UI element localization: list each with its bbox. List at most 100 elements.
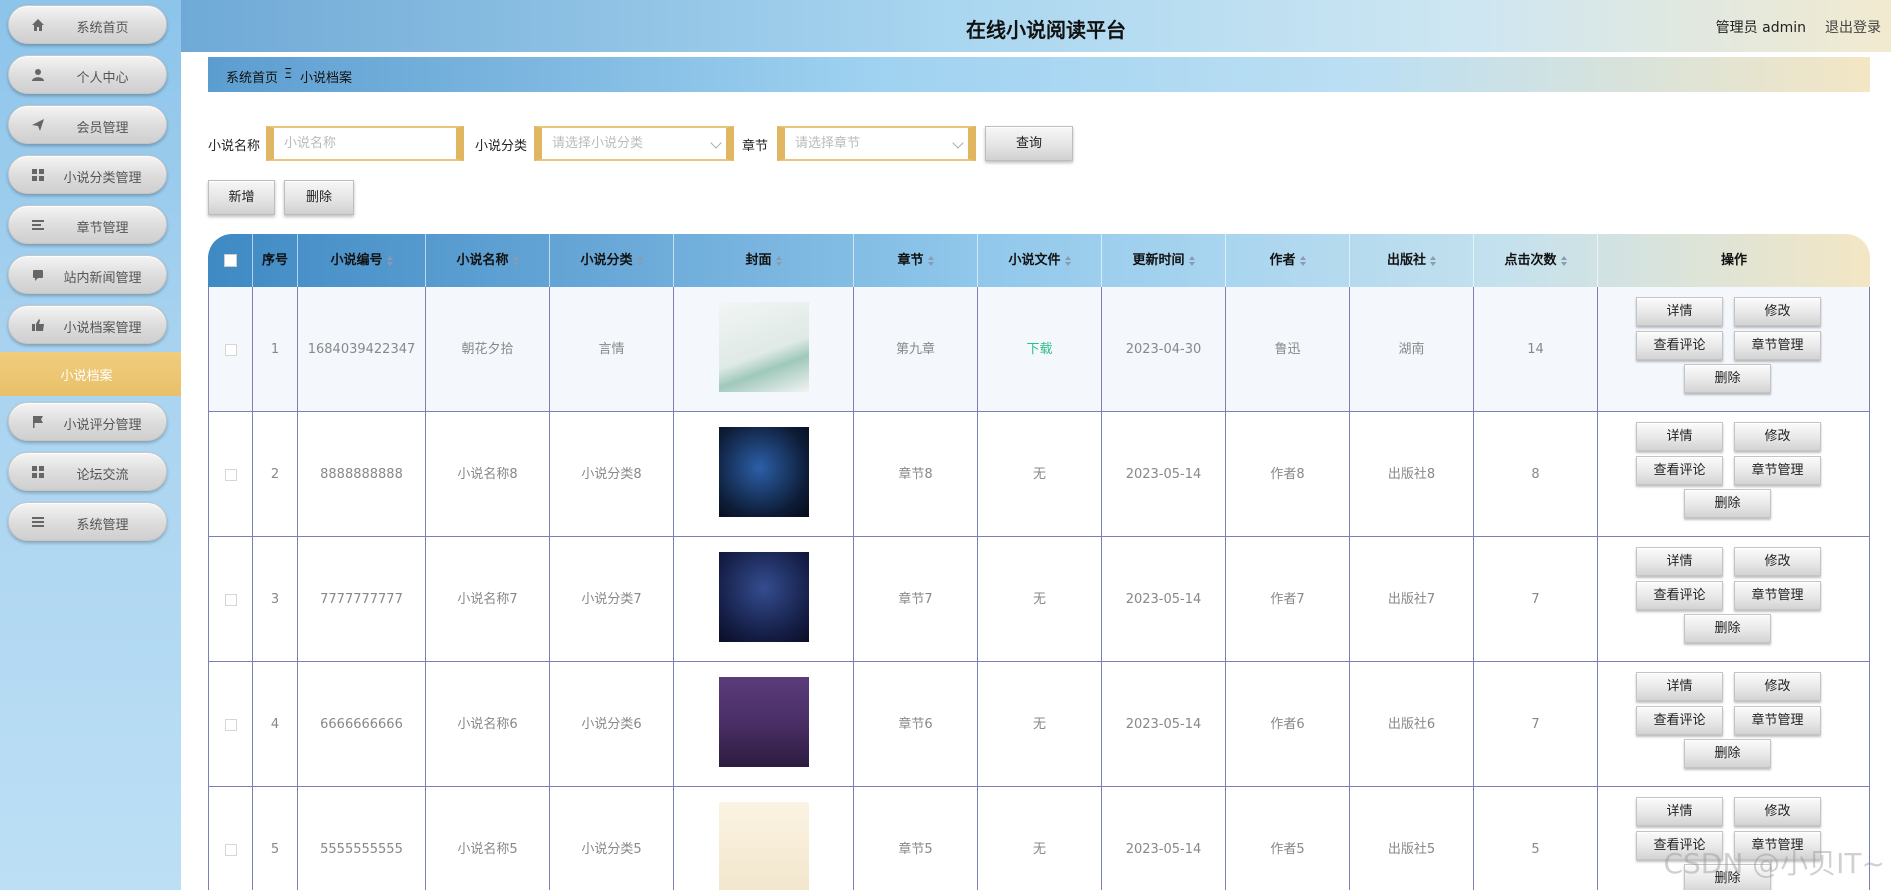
- sort-icon[interactable]: [1430, 255, 1436, 266]
- detail-button[interactable]: 详情: [1636, 797, 1723, 826]
- table-header: 序号 小说编号 小说名称 小说分类 封面 章节 小说文件 更新时间 作者 出版社…: [208, 234, 1870, 287]
- sidebar-item-news[interactable]: 站内新闻管理: [8, 255, 167, 294]
- cell-clicks: 7: [1474, 662, 1598, 787]
- row-checkbox[interactable]: [224, 468, 237, 481]
- view-comments-button[interactable]: 查看评论: [1636, 456, 1723, 485]
- cell-name: 小说名称7: [426, 537, 550, 662]
- cover-image[interactable]: [719, 802, 809, 890]
- grid-icon: [32, 169, 44, 181]
- cell-code: 5555555555: [298, 787, 426, 890]
- sidebar-item-forum[interactable]: 论坛交流: [8, 452, 167, 491]
- sidebar-item-system[interactable]: 系统管理: [8, 502, 167, 541]
- cover-image[interactable]: [719, 677, 809, 767]
- edit-button[interactable]: 修改: [1734, 422, 1821, 451]
- edit-button[interactable]: 修改: [1734, 547, 1821, 576]
- cover-image[interactable]: [719, 302, 809, 392]
- select-all-checkbox[interactable]: [223, 254, 237, 267]
- sort-icon[interactable]: [512, 255, 519, 266]
- sidebar-item-profile[interactable]: 个人中心: [8, 55, 167, 94]
- header-clicks[interactable]: 点击次数: [1474, 234, 1598, 287]
- ops-cell: 详情 修改 查看评论 章节管理删除: [1598, 537, 1870, 662]
- detail-button[interactable]: 详情: [1636, 547, 1723, 576]
- row-checkbox[interactable]: [224, 843, 237, 856]
- detail-button[interactable]: 详情: [1636, 422, 1723, 451]
- category-select[interactable]: 请选择小说分类: [534, 126, 734, 161]
- header-updated[interactable]: 更新时间: [1102, 234, 1226, 287]
- view-comments-button[interactable]: 查看评论: [1636, 706, 1723, 735]
- delete-button[interactable]: 删除: [284, 180, 354, 215]
- sort-icon[interactable]: [386, 255, 393, 266]
- download-link[interactable]: 下载: [978, 287, 1102, 412]
- sort-icon[interactable]: [1299, 255, 1306, 266]
- row-delete-button[interactable]: 删除: [1684, 614, 1771, 643]
- cell-file: 无: [978, 412, 1102, 537]
- header-code[interactable]: 小说编号: [298, 234, 426, 287]
- header-file[interactable]: 小说文件: [978, 234, 1102, 287]
- row-checkbox[interactable]: [224, 718, 237, 731]
- header-author-label: 作者: [1269, 253, 1296, 268]
- edit-button[interactable]: 修改: [1734, 297, 1821, 326]
- sort-icon[interactable]: [636, 255, 643, 266]
- cell-name: 朝花夕拾: [426, 287, 550, 412]
- cell-publisher: 出版社5: [1350, 787, 1474, 890]
- sidebar-item-home[interactable]: 系统首页: [8, 5, 167, 44]
- row-select-cell: [208, 787, 253, 890]
- sidebar-item-members[interactable]: 会员管理: [8, 105, 167, 144]
- sort-icon[interactable]: [1064, 255, 1071, 266]
- name-input[interactable]: 小说名称: [266, 126, 464, 161]
- cell-file: 无: [978, 537, 1102, 662]
- row-select-cell: [208, 662, 253, 787]
- cell-code: 8888888888: [298, 412, 426, 537]
- row-delete-button[interactable]: 删除: [1684, 364, 1771, 393]
- chapter-manage-button[interactable]: 章节管理: [1734, 331, 1821, 360]
- header-divider: [181, 52, 1891, 56]
- sidebar-item-ratings[interactable]: 小说评分管理: [8, 402, 167, 441]
- detail-button[interactable]: 详情: [1636, 672, 1723, 701]
- table-row: 5 5555555555 小说名称5 小说分类5 章节5 无 2023-05-14 作者5 出版…: [208, 787, 1870, 890]
- detail-button[interactable]: 详情: [1636, 297, 1723, 326]
- header-name[interactable]: 小说名称: [426, 234, 550, 287]
- breadcrumb-home[interactable]: 系统首页: [226, 67, 278, 86]
- row-delete-button[interactable]: 删除: [1684, 739, 1771, 768]
- chapter-manage-button[interactable]: 章节管理: [1734, 706, 1821, 735]
- sort-icon[interactable]: [1560, 255, 1567, 266]
- header-cover[interactable]: 封面: [674, 234, 854, 287]
- edit-button[interactable]: 修改: [1734, 672, 1821, 701]
- flag-icon: [33, 416, 43, 428]
- add-button[interactable]: 新增: [208, 180, 275, 215]
- row-delete-button[interactable]: 删除: [1684, 489, 1771, 518]
- sidebar-subitem-novel-archive[interactable]: 小说档案: [0, 352, 181, 396]
- header-chapter[interactable]: 章节: [854, 234, 978, 287]
- header-select-all[interactable]: [208, 234, 253, 287]
- sort-icon[interactable]: [927, 255, 934, 266]
- header-category[interactable]: 小说分类: [550, 234, 674, 287]
- sort-icon[interactable]: [1188, 255, 1195, 266]
- view-comments-button[interactable]: 查看评论: [1636, 331, 1723, 360]
- cell-publisher: 出版社6: [1350, 662, 1474, 787]
- sort-icon[interactable]: [775, 255, 782, 266]
- cell-publisher: 出版社8: [1350, 412, 1474, 537]
- sidebar-subitem-label: 小说档案: [60, 369, 113, 384]
- edit-button[interactable]: 修改: [1734, 797, 1821, 826]
- header-publisher[interactable]: 出版社: [1350, 234, 1474, 287]
- ops-cell: 详情 修改 查看评论 章节管理删除: [1598, 287, 1870, 412]
- app-title: 在线小说阅读平台: [966, 18, 1126, 42]
- chapter-manage-button[interactable]: 章节管理: [1734, 581, 1821, 610]
- cover-image[interactable]: [719, 552, 809, 642]
- cover-image[interactable]: [719, 427, 809, 517]
- sidebar-item-novel-archive[interactable]: 小说档案管理: [8, 305, 167, 344]
- sidebar-item-categories[interactable]: 小说分类管理: [8, 155, 167, 194]
- row-checkbox[interactable]: [224, 593, 237, 606]
- row-checkbox[interactable]: [224, 343, 237, 356]
- cell-updated: 2023-05-14: [1102, 412, 1226, 537]
- view-comments-button[interactable]: 查看评论: [1636, 581, 1723, 610]
- header-author[interactable]: 作者: [1226, 234, 1350, 287]
- novel-table: 序号 小说编号 小说名称 小说分类 封面 章节 小说文件 更新时间 作者 出版社…: [208, 234, 1870, 890]
- chapter-manage-button[interactable]: 章节管理: [1734, 456, 1821, 485]
- ops-cell: 详情 修改 查看评论 章节管理删除: [1598, 662, 1870, 787]
- logout-link[interactable]: 退出登录: [1825, 17, 1881, 37]
- chapter-select[interactable]: 请选择章节: [777, 126, 976, 161]
- sidebar-item-chapters[interactable]: 章节管理: [8, 205, 167, 244]
- query-button[interactable]: 查询: [985, 126, 1073, 161]
- breadcrumb-separator-icon: Ξ: [284, 67, 293, 82]
